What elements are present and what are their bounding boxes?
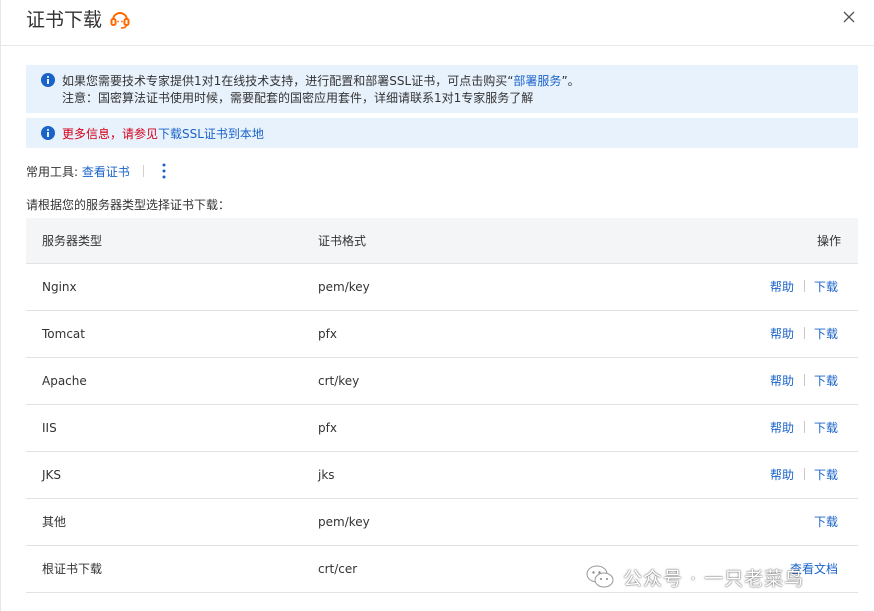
common-tools: 常用工具: 查看证书 (26, 162, 168, 181)
help-link[interactable]: 帮助 (770, 327, 794, 341)
cert-format: pem/key (318, 515, 370, 529)
wechat-icon (586, 565, 614, 588)
service-alert: 如果您需要技术专家提供1对1在线技术支持，进行配置和部署SSL证书，可点击购买“… (26, 65, 858, 113)
server-type: JKS (42, 468, 62, 482)
server-type-prompt: 请根据您的服务器类型选择证书下载： (26, 198, 231, 212)
server-type: Apache (42, 374, 87, 388)
dialog-header: 证书下载 (1, 0, 874, 46)
download-link[interactable]: 下载 (814, 280, 838, 294)
alert-line-service: 如果您需要技术专家提供1对1在线技术支持，进行配置和部署SSL证书，可点击购买“… (62, 73, 580, 89)
header-server-type: 服务器类型 (42, 234, 103, 248)
table-row: 其他 pem/key 下载 (26, 499, 858, 546)
row-actions: 下载 (814, 499, 838, 545)
more-vertical-icon[interactable] (160, 162, 168, 180)
table-row: Nginx pem/key 帮助 下载 (26, 264, 858, 311)
download-link[interactable]: 下载 (814, 327, 838, 341)
action-divider (803, 327, 805, 339)
cert-format: pfx (318, 327, 337, 341)
header-cert-format: 证书格式 (318, 234, 367, 248)
table-row: Apache crt/key 帮助 下载 (26, 358, 858, 405)
tools-label: 常用工具: (26, 165, 79, 179)
cert-format: jks (318, 468, 335, 482)
row-actions: 帮助 下载 (770, 452, 838, 498)
wechat-watermark: 公众号 · 一只老菜鸟 (585, 560, 804, 594)
table-row: IIS pfx 帮助 下载 (26, 405, 858, 452)
header-action: 操作 (816, 234, 841, 248)
server-type: Tomcat (42, 327, 85, 341)
row-actions: 帮助 下载 (770, 264, 838, 310)
more-info-text: 更多信息，请参见 (62, 127, 159, 141)
table-header: 服务器类型 证书格式 操作 (26, 218, 858, 264)
download-link[interactable]: 下载 (814, 374, 838, 388)
download-link[interactable]: 下载 (814, 421, 838, 435)
table-row: Tomcat pfx 帮助 下载 (26, 311, 858, 358)
row-actions: 帮助 下载 (770, 405, 838, 451)
download-ssl-doc-link[interactable]: 下载SSL证书到本地 (158, 127, 264, 141)
help-link[interactable]: 帮助 (770, 468, 794, 482)
action-divider (803, 374, 805, 386)
cert-format: pem/key (318, 280, 370, 294)
deploy-service-link[interactable]: 部署服务 (513, 74, 561, 88)
help-link[interactable]: 帮助 (770, 421, 794, 435)
view-cert-link[interactable]: 查看证书 (82, 165, 130, 179)
help-link[interactable]: 帮助 (770, 374, 794, 388)
server-type: IIS (42, 421, 57, 435)
server-type: 根证书下载 (42, 562, 103, 576)
info-icon (41, 126, 55, 140)
download-link[interactable]: 下载 (814, 515, 838, 529)
alert-line-notice: 注意：国密算法证书使用时候，需要配套的国密应用套件，详细请联系1对1专家服务了解 (62, 91, 534, 105)
dialog-title: 证书下载 (26, 9, 103, 31)
download-link[interactable]: 下载 (814, 468, 838, 482)
row-actions: 帮助 下载 (770, 358, 838, 404)
alert-text-suffix: ”。 (561, 74, 580, 88)
more-info-alert: 更多信息，请参见下载SSL证书到本地 (26, 118, 858, 148)
cert-format: crt/cer (318, 562, 358, 576)
server-type: Nginx (42, 280, 77, 294)
tools-divider (142, 165, 144, 177)
info-icon (41, 73, 55, 87)
cert-format: crt/key (318, 374, 360, 388)
row-actions: 帮助 下载 (770, 311, 838, 357)
action-divider (803, 280, 805, 292)
action-divider (803, 468, 805, 480)
watermark-text: 公众号 · 一只老菜鸟 (623, 567, 805, 590)
headset-icon[interactable] (109, 8, 131, 30)
cert-format: pfx (318, 421, 337, 435)
server-type: 其他 (42, 515, 67, 529)
action-divider (803, 421, 805, 433)
more-info-line: 更多信息，请参见下载SSL证书到本地 (62, 126, 264, 142)
alert-text: 如果您需要技术专家提供1对1在线技术支持，进行配置和部署SSL证书，可点击购买“ (62, 74, 514, 88)
cert-format-table: 服务器类型 证书格式 操作 Nginx pem/key 帮助 下载 Tomcat … (26, 218, 858, 593)
close-icon[interactable] (841, 9, 857, 25)
table-row: JKS jks 帮助 下载 (26, 452, 858, 499)
help-link[interactable]: 帮助 (770, 280, 794, 294)
cert-download-dialog: 证书下载 如果您需要技术专家提供1对1在线技术支持，进行配置和部署SSL证书，可… (0, 0, 874, 611)
